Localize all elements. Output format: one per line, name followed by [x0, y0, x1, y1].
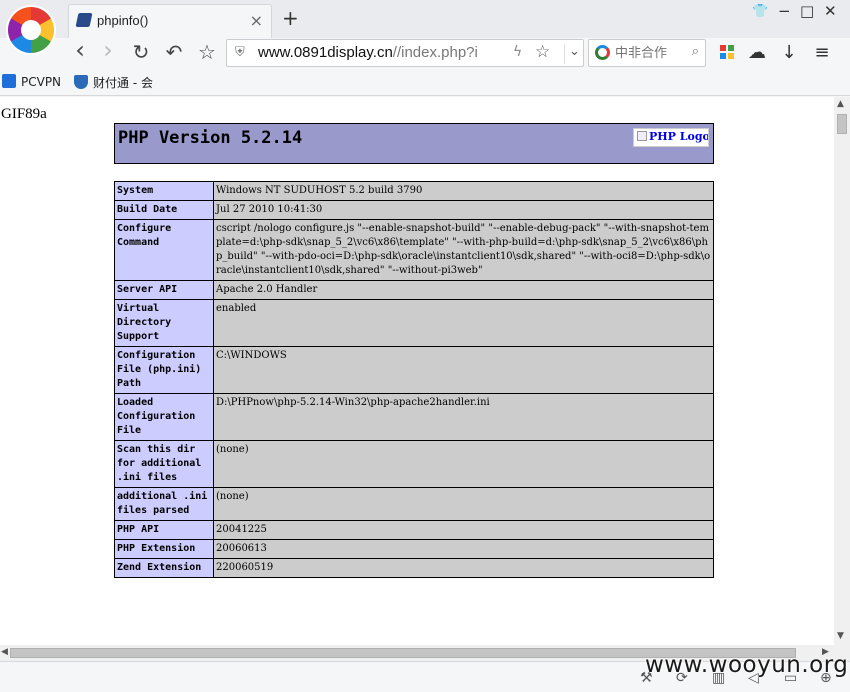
scroll-left-icon[interactable]: ◀: [1, 647, 8, 657]
info-value: Jul 27 2010 10:41:30: [213, 200, 714, 220]
apps-grid-icon[interactable]: [720, 45, 734, 59]
table-row: Configuration File (php.ini) Path C:\WIND…: [114, 346, 714, 394]
tab-close-icon[interactable]: ×: [250, 11, 263, 30]
url-text[interactable]: www.0891display.cn//index.php?i: [258, 44, 478, 61]
broken-image-icon: [637, 131, 647, 141]
php-logo-image[interactable]: PHP Logo: [633, 128, 709, 147]
info-value: Apache 2.0 Handler: [213, 280, 714, 300]
reload-button[interactable]: ↻: [129, 40, 153, 64]
url-path: //index.php?i: [392, 44, 478, 61]
menu-icon[interactable]: ≡: [811, 42, 833, 63]
info-value: 20041225: [213, 520, 714, 540]
undo-close-button[interactable]: ↶: [162, 40, 186, 64]
info-key: System: [114, 181, 214, 201]
url-dropdown-icon[interactable]: ⌄: [564, 44, 580, 64]
info-value: D:\PHPnow\php-5.2.14-Win32\php-apache2ha…: [213, 393, 714, 441]
table-row: Zend Extension 220060519: [114, 558, 714, 578]
info-key: Configure Command: [114, 219, 214, 281]
vertical-scrollbar[interactable]: ▲ ▼: [834, 97, 850, 645]
info-value: (none): [213, 487, 714, 521]
search-input[interactable]: [615, 43, 681, 63]
info-key: Zend Extension: [114, 558, 214, 578]
info-key: Build Date: [114, 200, 214, 220]
info-value: enabled: [213, 299, 714, 347]
search-box[interactable]: ⌕: [588, 39, 706, 67]
table-row: Build Date Jul 27 2010 10:41:30: [114, 200, 714, 220]
phpinfo-table: System Windows NT SUDUHOST 5.2 build 3790…: [114, 181, 714, 578]
php-logo-alt-text: PHP Logo: [649, 130, 709, 143]
shield-t-icon: [74, 75, 88, 89]
tab-title: phpinfo(): [97, 13, 149, 28]
info-value: Windows NT SUDUHOST 5.2 build 3790: [213, 181, 714, 201]
search-engine-icon[interactable]: [595, 45, 610, 60]
address-bar[interactable]: ⛨ www.0891display.cn//index.php?i ϟ ☆ ⌄: [226, 39, 584, 67]
bookmark-label: 财付通 - 会: [93, 76, 153, 90]
search-icon[interactable]: ⌕: [692, 44, 699, 59]
info-value: cscript /nologo configure.js "--enable-s…: [213, 219, 714, 281]
info-key: Server API: [114, 280, 214, 300]
bookmark-caifutong[interactable]: 财付通 - 会: [74, 74, 153, 91]
maximize-button[interactable]: □: [800, 2, 814, 20]
tab-favicon-icon: [75, 13, 93, 27]
scroll-down-icon[interactable]: ▼: [837, 631, 844, 641]
table-row: Loaded Configuration File D:\PHPnow\php-5…: [114, 393, 714, 441]
bookmarks-bar: PCVPN 财付通 - 会: [0, 69, 850, 96]
bookmark-star-icon[interactable]: ☆: [535, 42, 550, 62]
cloud-sync-icon[interactable]: ☁: [746, 42, 768, 63]
info-key: additional .ini files parsed: [114, 487, 214, 521]
table-row: PHP API 20041225: [114, 520, 714, 540]
info-value: 20060613: [213, 539, 714, 559]
page-viewport: GIF89a PHP Version 5.2.14 PHP Logo Syste…: [0, 97, 834, 645]
skin-icon[interactable]: 👕: [752, 4, 768, 19]
table-row: Server API Apache 2.0 Handler: [114, 280, 714, 300]
speed-mode-icon[interactable]: ϟ: [513, 44, 522, 60]
navigation-bar: ‹ › ↻ ↶ ☆ ⛨ www.0891display.cn//index.ph…: [0, 36, 850, 69]
table-row: Configure Command cscript /nologo configu…: [114, 219, 714, 281]
table-row: Scan this dir for additional .ini files(…: [114, 440, 714, 488]
new-tab-button[interactable]: +: [282, 6, 299, 30]
info-key: Virtual Directory Support: [114, 299, 214, 347]
info-key: Loaded Configuration File: [114, 393, 214, 441]
info-key: Scan this dir for additional .ini files: [114, 440, 214, 488]
table-row: Virtual Directory Support enabled: [114, 299, 714, 347]
url-domain: www.0891display.cn: [258, 44, 393, 61]
forward-button[interactable]: ›: [96, 36, 120, 64]
back-button[interactable]: ‹: [68, 36, 92, 64]
close-window-button[interactable]: ✕: [824, 2, 837, 20]
scroll-up-icon[interactable]: ▲: [837, 99, 844, 109]
info-key: PHP API: [114, 520, 214, 540]
info-value: C:\WINDOWS: [213, 346, 714, 394]
security-shield-icon[interactable]: ⛨: [235, 45, 245, 60]
phpinfo-container: PHP Version 5.2.14 PHP Logo System Window…: [114, 123, 714, 578]
tab-phpinfo[interactable]: phpinfo() ×: [68, 4, 272, 38]
pc-icon: [2, 74, 16, 88]
info-value: 220060519: [213, 558, 714, 578]
info-value: (none): [213, 440, 714, 488]
php-version-header: PHP Version 5.2.14 PHP Logo: [114, 123, 714, 164]
table-row: PHP Extension 20060613: [114, 539, 714, 559]
page-title: PHP Version 5.2.14: [118, 128, 303, 148]
bookmark-pcvpn[interactable]: PCVPN: [2, 74, 61, 89]
download-icon[interactable]: ↓: [778, 42, 800, 63]
favorite-button[interactable]: ☆: [195, 40, 219, 64]
minimize-button[interactable]: −: [778, 2, 791, 20]
info-key: Configuration File (php.ini) Path: [114, 346, 214, 394]
browser-logo-icon[interactable]: [8, 7, 54, 53]
watermark: www.wooyun.org: [645, 652, 849, 678]
gif-header-text: GIF89a: [1, 106, 47, 122]
table-row: System Windows NT SUDUHOST 5.2 build 3790: [114, 181, 714, 201]
title-bar: phpinfo() × + 👕 − □ ✕: [0, 0, 850, 53]
bookmark-label: PCVPN: [21, 75, 62, 89]
info-key: PHP Extension: [114, 539, 214, 559]
vertical-scroll-thumb[interactable]: [837, 114, 847, 134]
table-row: additional .ini files parsed (none): [114, 487, 714, 521]
